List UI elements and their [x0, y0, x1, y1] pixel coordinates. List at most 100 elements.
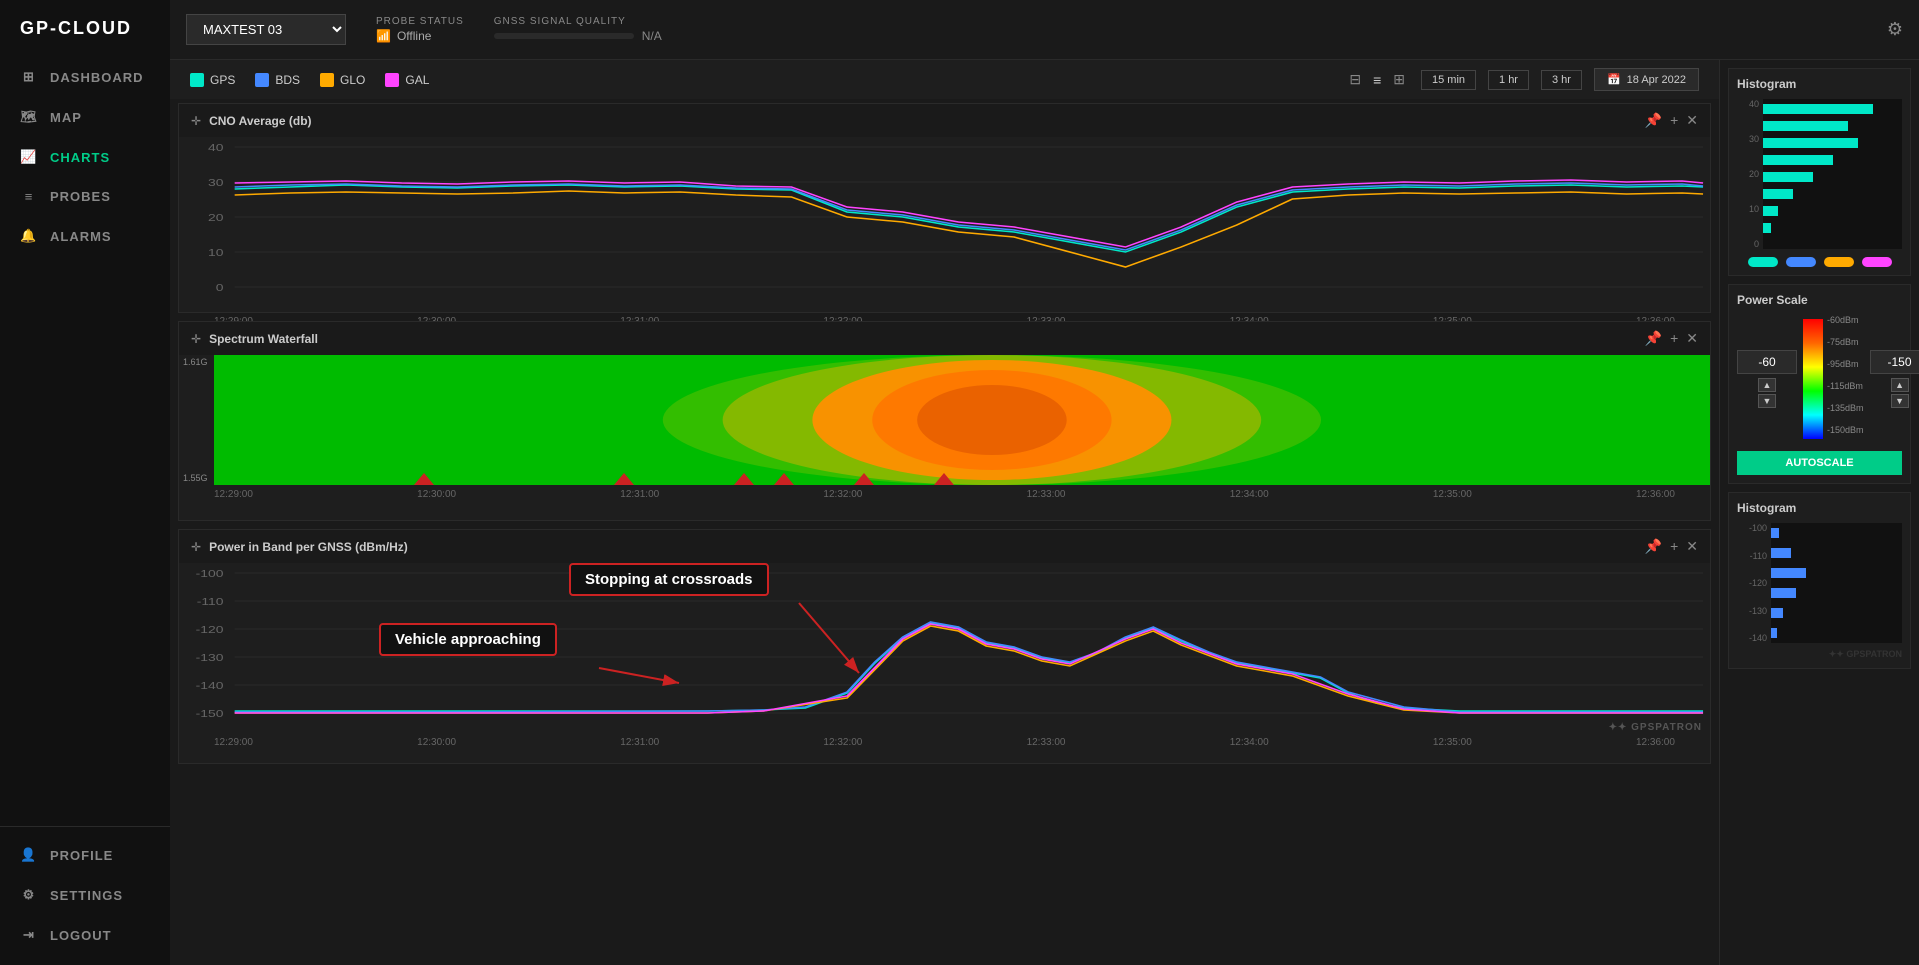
- view-icons: ⊟ ≡ ⊞: [1345, 69, 1409, 90]
- gpspatron-logo: ✦✦ GPSPATRON: [1609, 722, 1702, 733]
- power-top-up-button[interactable]: ▲: [1758, 378, 1776, 392]
- gps-color: [190, 73, 204, 87]
- legend-gps: GPS: [190, 73, 235, 87]
- time-15min-button[interactable]: 15 min: [1421, 70, 1476, 90]
- sidebar-item-label: PROFILE: [50, 848, 113, 863]
- sidebar-item-dashboard[interactable]: ⊞ DASHBOARD: [0, 57, 170, 97]
- sidebar-item-alarms[interactable]: 🔔 ALARMS: [0, 216, 170, 256]
- power-bottom-down-button[interactable]: ▼: [1891, 394, 1909, 408]
- bds-color: [255, 73, 269, 87]
- svg-text:-150: -150: [196, 708, 224, 720]
- wifi-icon: 📶: [376, 29, 391, 43]
- power-bottom-up-button[interactable]: ▲: [1891, 378, 1909, 392]
- alarms-icon: 🔔: [20, 228, 38, 244]
- sidebar-item-probes[interactable]: ≡ PROBES: [0, 177, 170, 216]
- dashboard-icon: ⊞: [20, 69, 38, 85]
- close-icon2[interactable]: ✕: [1686, 330, 1698, 347]
- sidebar-item-logout[interactable]: ⇥ LOGOUT: [0, 915, 170, 955]
- gear-icon[interactable]: ⚙: [1887, 19, 1903, 39]
- power-band-chart-actions: 📌 + ✕: [1645, 538, 1698, 555]
- gnss-label: GNSS SIGNAL QUALITY: [494, 16, 662, 27]
- main-content: MAXTEST 03 PROBE STATUS 📶 Offline GNSS S…: [170, 0, 1919, 965]
- power-bottom-stepper: ▲ ▼: [1891, 378, 1909, 408]
- svg-text:-110: -110: [197, 596, 224, 608]
- cno-chart-panel: ✛ CNO Average (db) 📌 + ✕: [178, 103, 1711, 313]
- svg-text:20: 20: [208, 212, 224, 224]
- profile-icon: 👤: [20, 847, 38, 863]
- brand-watermark: ✦✦ GPSPATRON: [1737, 649, 1902, 660]
- glo-color: [320, 73, 334, 87]
- close-icon3[interactable]: ✕: [1686, 538, 1698, 555]
- sidebar-item-label: PROBES: [50, 189, 111, 204]
- charts-area: ◀ GPS BDS GLO: [170, 60, 1919, 965]
- waterfall-y-top: 1.61G: [183, 357, 210, 367]
- pin-icon[interactable]: 📌: [1645, 112, 1662, 129]
- svg-text:-120: -120: [196, 624, 224, 636]
- svg-text:-140: -140: [196, 680, 224, 692]
- crossroads-text: Stopping at crossroads: [585, 571, 753, 588]
- gnss-status: GNSS SIGNAL QUALITY N/A: [494, 16, 662, 43]
- hist-dot-gal: [1862, 257, 1892, 267]
- cno-chart-header: ✛ CNO Average (db) 📌 + ✕: [179, 104, 1710, 137]
- hist-dot-gps: [1748, 257, 1778, 267]
- sidebar-item-label: ALARMS: [50, 229, 112, 244]
- power-top-down-button[interactable]: ▼: [1758, 394, 1776, 408]
- pin-icon2[interactable]: 📌: [1645, 330, 1662, 347]
- list-view-icon[interactable]: ⊟: [1345, 69, 1365, 90]
- time-1hr-button[interactable]: 1 hr: [1488, 70, 1529, 90]
- legend-items: GPS BDS GLO GAL: [190, 73, 429, 87]
- sidebar-item-profile[interactable]: 👤 PROFILE: [0, 835, 170, 875]
- probe-status-label: PROBE STATUS: [376, 16, 464, 27]
- waterfall-y-bottom: 1.55G: [183, 473, 210, 483]
- bds-label: BDS: [275, 73, 300, 87]
- histogram2-svg: [1771, 523, 1902, 643]
- legend-gal: GAL: [385, 73, 429, 87]
- gps-label: GPS: [210, 73, 235, 87]
- grid-view-icon[interactable]: ⊞: [1389, 69, 1409, 90]
- sidebar-item-label: SETTINGS: [50, 888, 123, 903]
- svg-text:40: 40: [208, 142, 224, 154]
- power-gradient-bar: [1803, 319, 1823, 439]
- cno-chart-actions: 📌 + ✕: [1645, 112, 1698, 129]
- power-scale-panel: Power Scale -60 ▲ ▼ -60dBm -75dBm: [1728, 284, 1911, 484]
- power-band-x-labels: 12:29:00 12:30:00 12:31:00 12:32:00 12:3…: [179, 733, 1710, 752]
- sidebar-item-map[interactable]: 🗺 MAP: [0, 97, 170, 137]
- histogram1-title: Histogram: [1737, 77, 1902, 91]
- svg-text:10: 10: [208, 247, 224, 259]
- close-icon[interactable]: ✕: [1686, 112, 1698, 129]
- cno-chart-title: CNO Average (db): [209, 114, 1637, 128]
- time-3hr-button[interactable]: 3 hr: [1541, 70, 1582, 90]
- power-band-chart-panel: ✛ Power in Band per GNSS (dBm/Hz) 📌 + ✕: [178, 529, 1711, 764]
- power-scale-labels: -60dBm -75dBm -95dBm -115dBm -135dBm -15…: [1827, 315, 1864, 435]
- sidebar-item-label: LOGOUT: [50, 928, 112, 943]
- power-scale-title: Power Scale: [1737, 293, 1902, 307]
- sidebar-item-settings[interactable]: ⚙ SETTINGS: [0, 875, 170, 915]
- sidebar-item-charts[interactable]: 📈 CHARTS: [0, 137, 170, 177]
- expand-icon[interactable]: +: [1670, 112, 1678, 129]
- power-scale-top-input[interactable]: -60: [1737, 350, 1797, 374]
- probe-status: PROBE STATUS 📶 Offline: [376, 16, 464, 43]
- nav: ⊞ DASHBOARD 🗺 MAP 📈 CHARTS ≡ PROBES 🔔 AL…: [0, 57, 170, 818]
- pin-icon3[interactable]: 📌: [1645, 538, 1662, 555]
- waterfall-chart-title: Spectrum Waterfall: [209, 332, 1637, 346]
- crossroads-annotation: Stopping at crossroads: [569, 563, 769, 596]
- gnss-bar-container: [494, 33, 634, 39]
- app-logo: GP-CLOUD: [0, 0, 170, 57]
- waterfall-chart-actions: 📌 + ✕: [1645, 330, 1698, 347]
- autoscale-button[interactable]: AUTOSCALE: [1737, 451, 1902, 475]
- expand-icon3[interactable]: +: [1670, 538, 1678, 555]
- probe-selector[interactable]: MAXTEST 03: [186, 14, 346, 45]
- table-view-icon[interactable]: ≡: [1369, 70, 1385, 90]
- power-band-chart-title: Power in Band per GNSS (dBm/Hz): [209, 540, 1637, 554]
- plus-icon3: ✛: [191, 540, 201, 554]
- cno-chart-body: 40 30 20 10 0: [179, 137, 1710, 312]
- power-scale-bottom-input[interactable]: -150: [1870, 350, 1919, 374]
- sidebar: GP-CLOUD ⊞ DASHBOARD 🗺 MAP 📈 CHARTS ≡ PR…: [0, 0, 170, 965]
- expand-icon2[interactable]: +: [1670, 330, 1678, 347]
- topbar-right: ⚙: [1887, 19, 1903, 40]
- date-picker-button[interactable]: 📅 18 Apr 2022: [1594, 68, 1699, 91]
- svg-text:-130: -130: [196, 652, 224, 664]
- svg-text:0: 0: [216, 282, 224, 294]
- histogram1-svg: [1763, 99, 1902, 249]
- sidebar-right: Histogram 40 30 20 10 0: [1719, 60, 1919, 965]
